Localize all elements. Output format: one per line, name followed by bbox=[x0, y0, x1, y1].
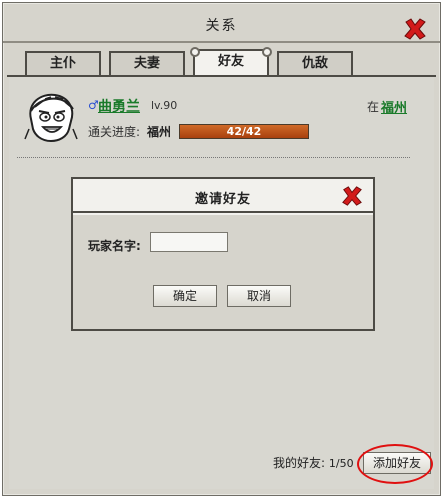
tab-label: 仇敌 bbox=[301, 56, 328, 71]
warrior-portrait-icon bbox=[21, 89, 81, 145]
tab-ornament-icon bbox=[262, 47, 272, 57]
player-name-input[interactable] bbox=[150, 232, 228, 252]
dialog-body: 玩家名字: 确定 取消 bbox=[73, 215, 373, 329]
friend-level: lv.90 bbox=[151, 99, 178, 112]
tab-master-servant[interactable]: 主仆 bbox=[25, 51, 101, 75]
cancel-button[interactable]: 取消 bbox=[227, 285, 291, 307]
dialog-title: 邀请好友 bbox=[194, 192, 251, 207]
tab-label: 好友 bbox=[217, 54, 244, 69]
friend-count-value: 1/50 bbox=[328, 457, 354, 470]
progress-text: 42/42 bbox=[226, 125, 262, 138]
friend-name-link[interactable]: 曲勇兰 bbox=[98, 96, 140, 116]
progress-label: 通关进度: bbox=[88, 125, 141, 139]
tab-friends[interactable]: 好友 bbox=[190, 47, 272, 75]
tab-label: 主仆 bbox=[49, 56, 76, 71]
dialog-close-icon[interactable] bbox=[341, 185, 365, 209]
window-title: 关系 bbox=[205, 18, 238, 34]
tab-ornament-icon bbox=[190, 47, 200, 57]
friend-count: 我的好友: 1/50 bbox=[273, 454, 354, 471]
location-prefix: 在 bbox=[367, 100, 380, 114]
invite-friend-dialog: 邀请好友 玩家名字: 确定 取消 bbox=[71, 177, 375, 331]
relations-window: 关系 主仆 夫妻 好友 仇敌 ♂ 曲勇兰 lv.90 在 福州 通关进度: 福州… bbox=[2, 2, 441, 496]
tab-enemies[interactable]: 仇敌 bbox=[277, 51, 353, 75]
add-friend-button[interactable]: 添加好友 bbox=[363, 452, 431, 474]
divider bbox=[17, 157, 410, 158]
tab-spouse[interactable]: 夫妻 bbox=[109, 51, 185, 75]
friends-panel: ♂ 曲勇兰 lv.90 在 福州 通关进度: 福州 42/42 邀请好友 玩家名… bbox=[9, 77, 434, 489]
friend-count-label: 我的好友: bbox=[273, 456, 326, 470]
close-icon[interactable] bbox=[403, 17, 427, 41]
progress-city: 福州 bbox=[147, 125, 172, 139]
progress-bar: 42/42 bbox=[179, 124, 309, 139]
tab-label: 夫妻 bbox=[133, 56, 160, 71]
title-bar: 关系 bbox=[3, 3, 440, 43]
player-name-label: 玩家名字: bbox=[88, 239, 141, 253]
confirm-button[interactable]: 确定 bbox=[153, 285, 217, 307]
dialog-title-bar: 邀请好友 bbox=[73, 179, 373, 213]
friend-location-link[interactable]: 福州 bbox=[381, 97, 407, 116]
